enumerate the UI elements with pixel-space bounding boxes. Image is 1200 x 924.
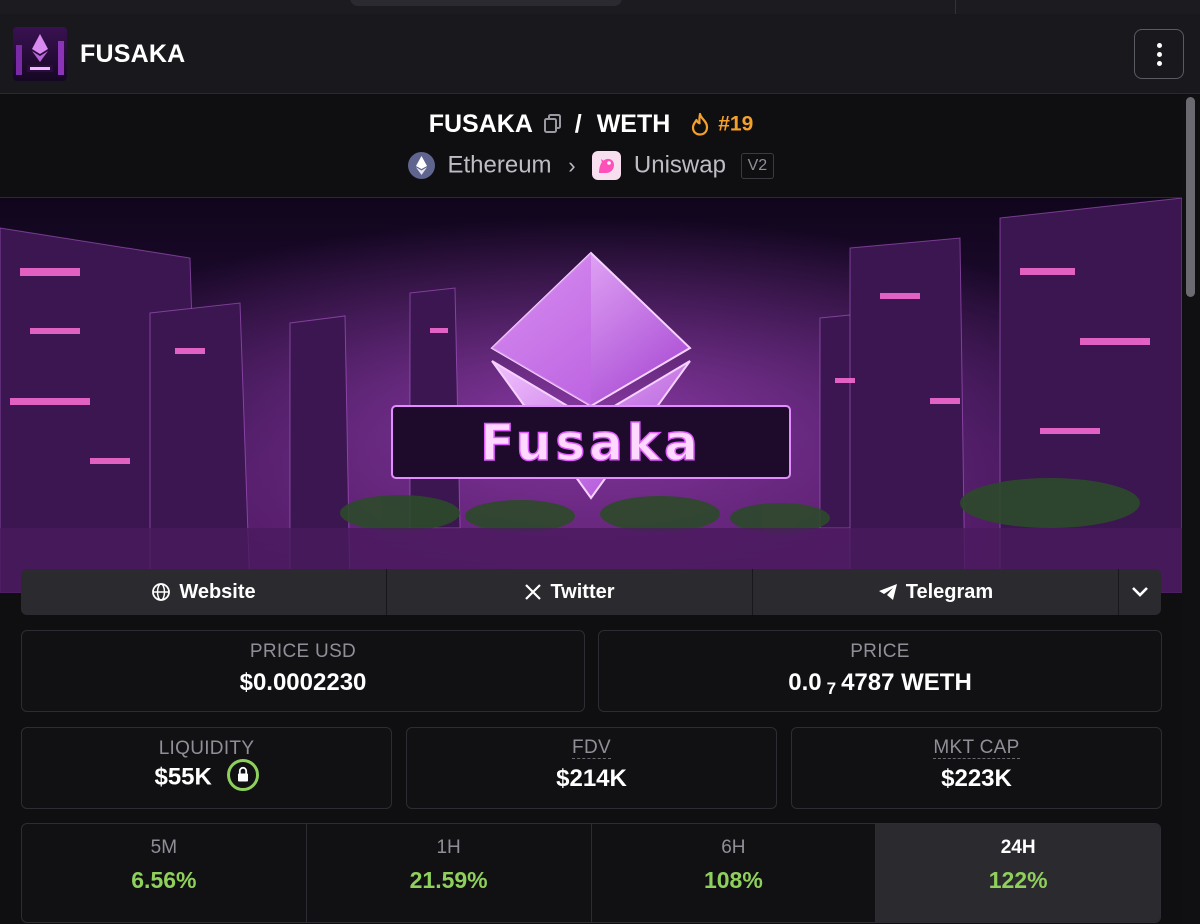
chevron-right-icon: ›: [568, 152, 576, 178]
telegram-icon: [878, 584, 897, 600]
more-options-button[interactable]: [1134, 29, 1184, 79]
trending-rank: #19: [718, 112, 754, 136]
pair-panel[interactable]: FUSAKA / WETH #19 Ethereum › Uniswap V2 …: [0, 95, 1182, 924]
twitter-link[interactable]: Twitter: [387, 569, 753, 615]
social-links-bar: Website Twitter Telegram: [21, 569, 1161, 615]
fdv-value: $214K: [556, 764, 627, 792]
dex-name[interactable]: Uniswap: [634, 152, 726, 179]
period-label: 24H: [1000, 837, 1036, 858]
kebab-dot: [1156, 51, 1162, 57]
token-avatar[interactable]: [13, 27, 67, 81]
mkt-cap-value: $223K: [941, 764, 1012, 792]
website-link[interactable]: Website: [21, 569, 387, 615]
price-digits: 4787: [841, 669, 895, 696]
address-bar[interactable]: [350, 0, 622, 6]
change-value: 108%: [703, 867, 763, 893]
change-value: 122%: [988, 867, 1048, 893]
flame-icon: [692, 113, 709, 136]
tab-1h[interactable]: 1H 21.59%: [307, 824, 592, 922]
lock-icon[interactable]: [226, 759, 259, 791]
copy-icon[interactable]: [543, 114, 562, 134]
price-usd-label: PRICE USD: [249, 641, 357, 662]
price-usd-card: PRICE USD $0.0002230: [21, 630, 585, 712]
liquidity-label: LIQUIDITY: [158, 738, 255, 759]
liquidity-card: LIQUIDITY $55K: [21, 727, 392, 809]
price-zero-count: 7: [826, 679, 837, 698]
toolbar-divider: [955, 0, 956, 14]
app-title: FUSAKA: [80, 40, 186, 68]
liquidity-row: $55K: [22, 759, 391, 794]
kebab-dot: [1156, 42, 1162, 48]
uniswap-icon: [592, 151, 622, 181]
price-change-tabs: 5M 6.56% 1H 21.59% 6H 108% 24H 122%: [21, 823, 1161, 923]
tab-6h[interactable]: 6H 108%: [592, 824, 877, 922]
app-header: FUSAKA: [0, 14, 1200, 94]
website-label: Website: [179, 580, 256, 603]
chain-name[interactable]: Ethereum: [447, 152, 551, 179]
kebab-dot: [1156, 60, 1162, 66]
more-links-dropdown[interactable]: [1119, 569, 1161, 615]
x-icon: [525, 584, 542, 600]
quote-token-symbol: WETH: [596, 109, 671, 138]
period-label: 6H: [721, 837, 746, 858]
pair-separator: /: [574, 109, 582, 138]
ethereum-icon: [407, 152, 435, 180]
tab-24h[interactable]: 24H 122%: [876, 824, 1160, 922]
chevron-down-icon: [1132, 587, 1148, 597]
twitter-label: Twitter: [550, 580, 615, 603]
price-usd-value: $0.0002230: [239, 669, 367, 696]
fdv-card[interactable]: FDV $214K: [406, 727, 777, 809]
price-unit: WETH: [901, 669, 972, 696]
dex-version-badge: V2: [740, 152, 775, 179]
price-prefix: 0.0: [788, 669, 822, 696]
browser-top-strip: [0, 0, 1200, 14]
chain-breadcrumb: Ethereum › Uniswap V2: [0, 151, 1182, 181]
change-value: 6.56%: [131, 867, 197, 893]
mkt-cap-label: MKT CAP: [933, 737, 1020, 759]
telegram-link[interactable]: Telegram: [753, 569, 1119, 615]
period-label: 5M: [150, 837, 178, 858]
telegram-label: Telegram: [905, 580, 994, 603]
pair-title: FUSAKA / WETH #19: [0, 109, 1182, 139]
tab-5m[interactable]: 5M 6.56%: [22, 824, 307, 922]
price-weth-value: 0.0 7 4787 WETH: [599, 669, 1161, 699]
fdv-label: FDV: [572, 737, 611, 759]
page-scrollbar[interactable]: [1182, 95, 1200, 924]
scrollbar-thumb[interactable]: [1186, 97, 1195, 297]
price-label: PRICE: [850, 641, 910, 662]
token-banner-image: Fusaka: [0, 198, 1182, 593]
pair-header: FUSAKA / WETH #19 Ethereum › Uniswap V2: [0, 95, 1182, 198]
period-label: 1H: [436, 837, 461, 858]
mkt-cap-card[interactable]: MKT CAP $223K: [791, 727, 1162, 809]
liquidity-value: $55K: [154, 763, 212, 791]
price-weth-card: PRICE 0.0 7 4787 WETH: [598, 630, 1162, 712]
base-token-symbol: FUSAKA: [428, 109, 533, 138]
banner-logo-text: Fusaka: [480, 414, 702, 472]
globe-icon: [152, 583, 171, 601]
change-value: 21.59%: [409, 867, 488, 893]
